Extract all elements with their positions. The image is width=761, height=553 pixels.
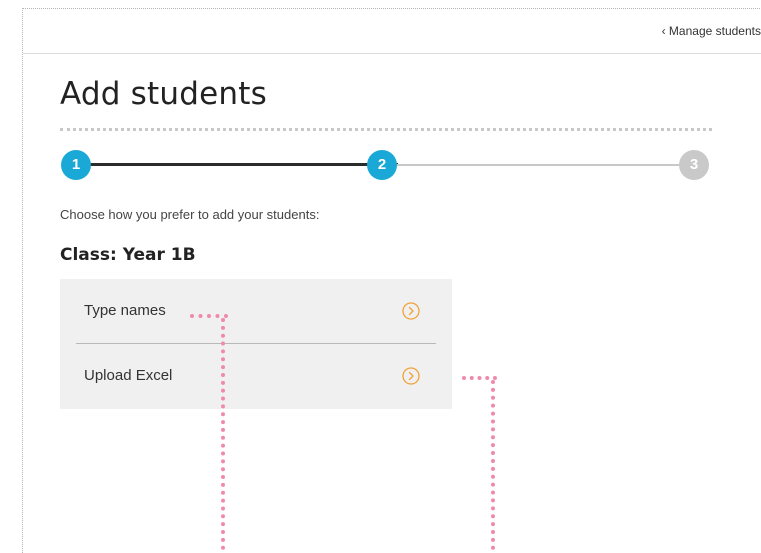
progress-stepper: 1 2 3 [60, 150, 712, 180]
upload-excel-option[interactable]: Upload Excel [76, 344, 436, 408]
step-2-indicator: 2 [367, 150, 397, 180]
step-connector-complete [88, 163, 398, 166]
instructions-text: Choose how you prefer to add your studen… [60, 207, 320, 222]
class-label: Class: Year 1B [60, 245, 196, 265]
page-title: Add students [60, 76, 267, 112]
type-names-option[interactable]: Type names [76, 279, 436, 344]
add-method-panel: Type names Upload Excel [60, 279, 452, 409]
step-3-indicator: 3 [679, 150, 709, 180]
chevron-right-circle-icon[interactable] [402, 367, 420, 385]
upload-excel-label: Upload Excel [84, 367, 173, 384]
type-names-label: Type names [84, 302, 166, 319]
manage-students-link[interactable]: ‹ Manage students [662, 24, 761, 38]
top-bar: ‹ Manage students [23, 9, 761, 54]
dotted-divider [60, 128, 712, 131]
chevron-right-circle-icon[interactable] [402, 302, 420, 320]
step-connector-upcoming [394, 164, 684, 166]
step-1-indicator: 1 [61, 150, 91, 180]
annotation-leader-panel-vertical [491, 380, 495, 550]
annotation-leader-type-names-vertical [221, 318, 225, 550]
